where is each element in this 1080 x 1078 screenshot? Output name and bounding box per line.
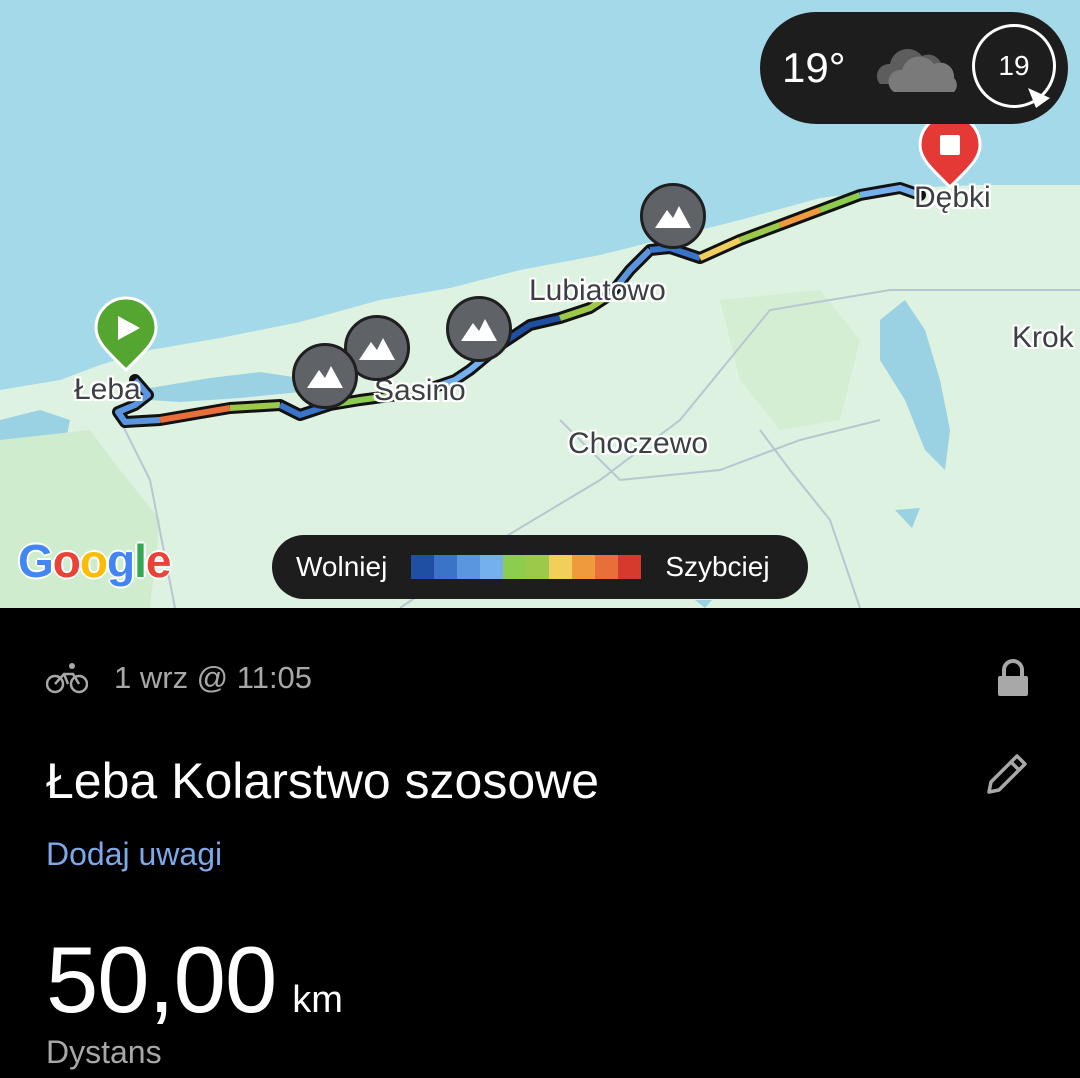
forest-area-2: [720, 290, 860, 430]
lake-zarnowieckie: [880, 300, 950, 470]
activity-details: 1 wrz @ 11:05 Łeba Kolarstwo szosowe Dod…: [0, 608, 1080, 1078]
map-view[interactable]: Łeba Sasino Lubiatowo Choczewo Dębki Kro…: [0, 0, 1080, 608]
peak-marker[interactable]: [446, 296, 512, 362]
weather-temperature: 19°: [782, 44, 846, 91]
mountain-icon: [461, 319, 497, 341]
lake-small: [895, 508, 920, 528]
place-krok: Krok: [1012, 321, 1074, 354]
distance-unit: km: [292, 979, 343, 1021]
gauge-value: 19: [998, 50, 1030, 81]
lake-lebsko: [150, 372, 300, 402]
place-debki: Dębki: [914, 181, 991, 214]
legend-faster-label: Szybciej: [665, 551, 770, 582]
place-choczewo: Choczewo: [568, 427, 709, 460]
place-sasino: Sasino: [374, 374, 466, 407]
distance-label: Dystans: [46, 1034, 162, 1070]
mountain-icon: [359, 338, 395, 360]
activity-title: Łeba Kolarstwo szosowe: [46, 753, 600, 809]
peak-marker[interactable]: [640, 183, 706, 249]
mountain-icon: [307, 366, 343, 388]
pencil-icon[interactable]: [983, 750, 1031, 798]
place-lubiatowo: Lubiatowo: [529, 274, 666, 307]
legend-slower-label: Wolniej: [296, 551, 388, 582]
distance-value: 50,00: [46, 927, 277, 1032]
stop-icon: [940, 135, 960, 155]
lock-icon[interactable]: [996, 658, 1030, 698]
activity-date: 1 wrz @ 11:05: [114, 660, 313, 695]
lake-small2: [695, 600, 712, 608]
speed-legend: Wolniej Szybciej: [272, 535, 808, 599]
mountain-icon: [655, 206, 691, 228]
cloud-icon: [876, 48, 957, 92]
activity-meta: 1 wrz @ 11:05: [46, 660, 312, 696]
add-notes-link[interactable]: Dodaj uwagi: [46, 836, 222, 873]
distance-stat: 50,00 km: [46, 926, 343, 1034]
legend-gradient-bar: [411, 555, 642, 579]
peak-marker[interactable]: [292, 343, 358, 409]
place-leba: Łeba: [74, 373, 141, 406]
google-logo: Google: [18, 535, 171, 587]
bicycle-icon: [46, 663, 88, 694]
weather-widget[interactable]: 19° 19: [760, 12, 1068, 124]
direction-arrow-icon: [1028, 88, 1050, 108]
